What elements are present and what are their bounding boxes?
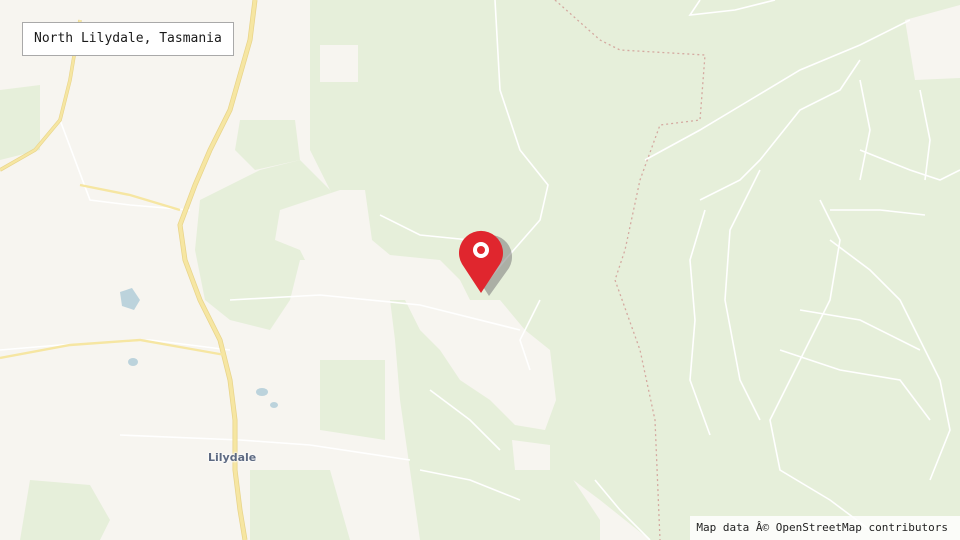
marker-center-dot — [477, 246, 485, 254]
forest-area — [320, 360, 385, 440]
location-label: North Lilydale, Tasmania — [34, 31, 222, 46]
clearing — [512, 440, 550, 470]
clearing — [320, 45, 358, 82]
attribution-text[interactable]: Map data Â© OpenStreetMap contributors — [696, 521, 948, 534]
town-label: Lilydale — [208, 451, 257, 464]
location-label-box: North Lilydale, Tasmania — [22, 22, 234, 56]
water-body — [270, 402, 278, 408]
water-body — [128, 358, 138, 366]
map-attribution[interactable]: Map data Â© OpenStreetMap contributors — [690, 516, 960, 540]
map-canvas[interactable] — [0, 0, 960, 540]
water-body — [256, 388, 268, 396]
